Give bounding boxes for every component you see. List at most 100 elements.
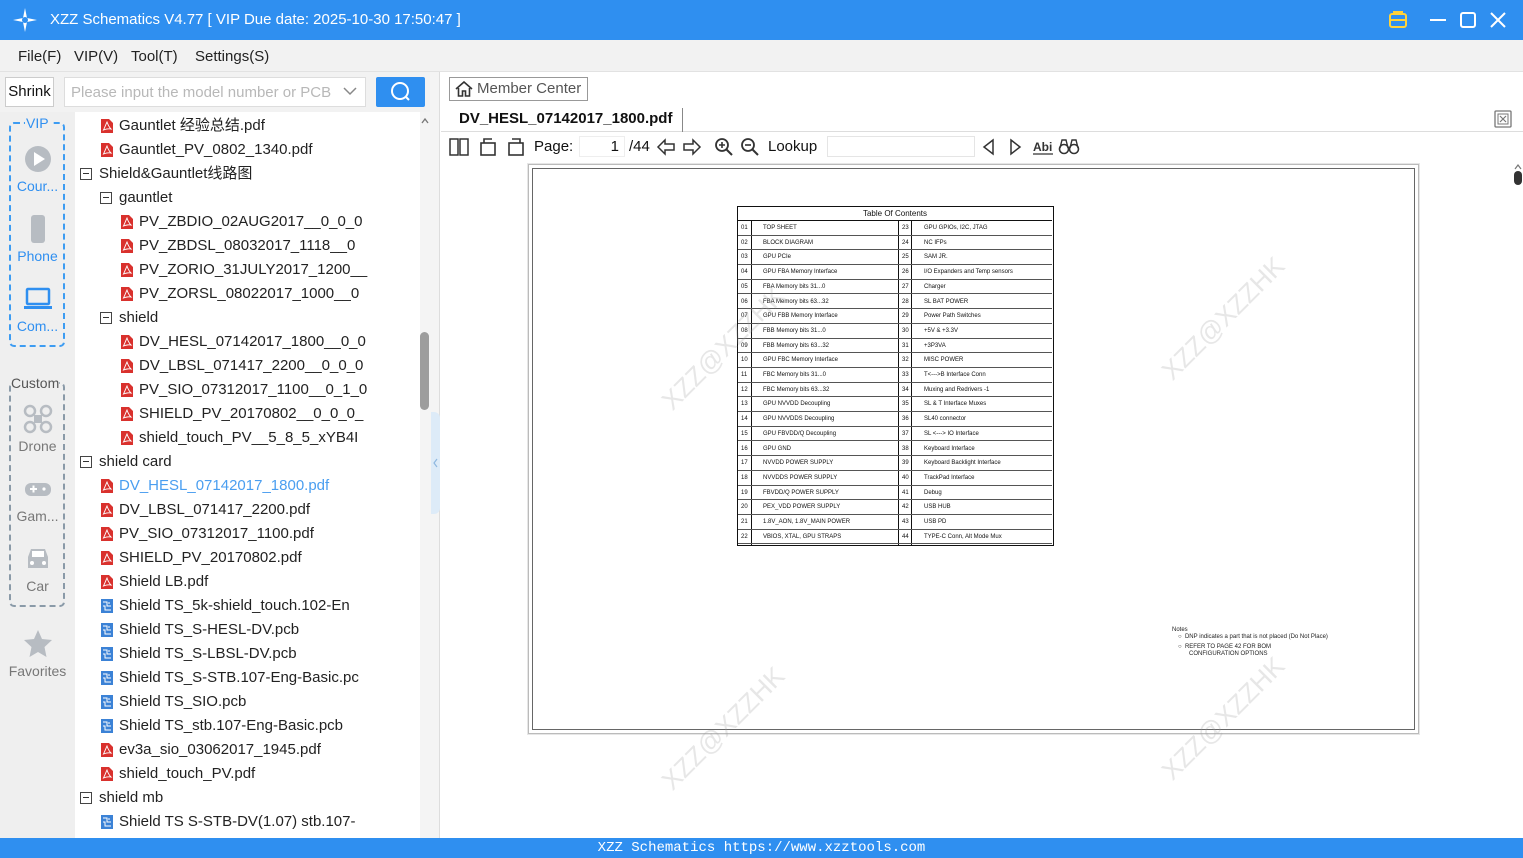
find-all-icon[interactable] xyxy=(1058,137,1080,157)
tree-file[interactable]: Shield TS_5k-shield_touch.102-En xyxy=(100,594,350,618)
toc-row: 17 NVVDD POWER SUPPLY 39 Keyboard Backlight… xyxy=(738,456,1052,471)
tree-file[interactable]: SHIELD_PV_20170802__0_0_0_ xyxy=(120,402,363,426)
close-tabs-icon[interactable] xyxy=(1494,110,1512,128)
toc-page-number: 10 xyxy=(741,357,748,364)
lookup-input[interactable] xyxy=(827,136,975,157)
toc-page-number: 03 xyxy=(741,254,748,261)
pdf-file-icon xyxy=(121,287,133,302)
tree-file[interactable]: PV_ZBDSL_08032017_1118__0 xyxy=(120,234,355,258)
nav-drone[interactable]: Drone xyxy=(0,404,75,454)
tree-file[interactable]: Shield TS_SIO.pcb xyxy=(100,690,246,714)
document-scroll-thumb[interactable] xyxy=(1514,171,1522,185)
tree-file[interactable]: Shield TS_S-LBSL-DV.pcb xyxy=(100,642,297,666)
member-center-button[interactable]: Member Center xyxy=(449,77,588,101)
pdf-canvas[interactable]: Table Of Contents 01 TOP SHEET 23 GPU GPIOs… xyxy=(527,163,1511,838)
toc-row: 04 GPU FBA Memory Interface 26 I/O Expander… xyxy=(738,265,1052,280)
shrink-button[interactable]: Shrink xyxy=(5,77,54,107)
home-icon xyxy=(455,81,473,97)
collapse-icon[interactable] xyxy=(80,792,92,805)
find-next-icon[interactable] xyxy=(1007,137,1023,157)
toc-page-number: 20 xyxy=(741,504,748,511)
tree-file[interactable]: DV_HESL_07142017_1800.pdf xyxy=(100,474,329,498)
tree-file[interactable]: PV_ZORSL_08022017_1000__0 xyxy=(120,282,359,306)
toc-title: Table Of Contents xyxy=(738,207,1052,221)
rotate-left-icon[interactable] xyxy=(479,137,499,157)
tree-file[interactable]: PV_ZORIO_31JULY2017_1200__ xyxy=(120,258,367,282)
menu-tool[interactable]: Tool(T) xyxy=(131,48,178,65)
toc-entry: 1.8V_AON, 1.8V_MAIN POWER xyxy=(763,519,851,525)
car-icon xyxy=(27,549,48,568)
tree-folder[interactable]: shield xyxy=(100,306,158,330)
nav-course[interactable]: Cour... xyxy=(0,144,75,194)
menu-settings[interactable]: Settings(S) xyxy=(195,48,269,65)
tree-file[interactable]: PV_SIO_07312017_1100__0_1_0 xyxy=(120,378,367,402)
nav-game[interactable]: Gam... xyxy=(0,474,75,524)
zoom-out-icon[interactable] xyxy=(740,137,760,157)
next-page-icon[interactable] xyxy=(682,137,702,157)
tree-file[interactable]: PV_ZBDIO_02AUG2017__0_0_0 xyxy=(120,210,362,234)
close-icon[interactable] xyxy=(1486,8,1510,32)
scroll-up-icon[interactable] xyxy=(1513,163,1523,171)
tree-file[interactable]: shield_touch_PV__5_8_5_xYB4I xyxy=(120,426,358,450)
tree-scrollbar[interactable] xyxy=(420,112,430,838)
vip-crown-icon[interactable] xyxy=(1386,8,1410,32)
tree-file[interactable]: Gauntlet 经验总结.pdf xyxy=(100,114,265,138)
toc-entry: VBIOS, XTAL, GPU STRAPS xyxy=(763,533,842,540)
nav-car[interactable]: Car xyxy=(0,544,75,594)
scroll-up-icon[interactable] xyxy=(420,116,430,126)
tree-folder[interactable]: shield mb xyxy=(80,786,163,810)
tree-file[interactable]: DV_LBSL_071417_2200.pdf xyxy=(100,498,310,522)
menu-file[interactable]: File(F) xyxy=(18,48,61,65)
match-case-icon[interactable]: Abi xyxy=(1032,137,1054,157)
minimize-icon[interactable] xyxy=(1426,8,1450,32)
zoom-in-icon[interactable] xyxy=(714,137,734,157)
maximize-icon[interactable] xyxy=(1456,8,1480,32)
search-input[interactable] xyxy=(71,82,331,102)
collapse-icon[interactable] xyxy=(80,168,92,181)
nav-computer[interactable]: Com... xyxy=(0,284,75,334)
tree-folder[interactable]: shield card xyxy=(80,450,172,474)
search-button[interactable] xyxy=(376,77,425,107)
tree-file[interactable]: SHIELD_PV_20170802.pdf xyxy=(100,546,302,570)
toc-row: 03 GPU PCIe 25 SAM JR. xyxy=(738,250,1052,266)
toc-entry: SAM JR. xyxy=(924,254,948,261)
collapse-icon[interactable] xyxy=(100,312,112,325)
tree-file[interactable]: Shield TS_S-HESL-DV.pcb xyxy=(100,618,299,642)
toc-page-number: 16 xyxy=(741,445,748,452)
star-icon xyxy=(23,630,52,657)
page-number-input[interactable]: 1 xyxy=(579,136,625,157)
find-prev-icon[interactable] xyxy=(981,137,997,157)
tree-file[interactable]: ev3a_sio_03062017_1945.pdf xyxy=(100,738,321,762)
toc-page-number: 41 xyxy=(902,489,909,496)
tree-file[interactable]: DV_HESL_07142017_1800__0_0 xyxy=(120,330,366,354)
toc-entry: GPU PCIe xyxy=(763,254,792,261)
prev-page-icon[interactable] xyxy=(656,137,676,157)
toc-page-number: 42 xyxy=(902,504,909,511)
tree-scroll-thumb[interactable] xyxy=(420,332,429,410)
menu-vip[interactable]: VIP(V) xyxy=(74,48,118,65)
tree-file[interactable]: Gauntlet_PV_0802_1340.pdf xyxy=(100,138,313,162)
tree-file[interactable]: DV_LBSL_071417_2200__0_0_0 xyxy=(120,354,363,378)
model-search-box[interactable] xyxy=(64,77,366,107)
tree-file[interactable]: Shield TS_S-STB.107-Eng-Basic.pc xyxy=(100,666,359,690)
tree-file[interactable]: PV_SIO_07312017_1100.pdf xyxy=(100,522,314,546)
tree-file[interactable]: shield_touch_PV.pdf xyxy=(100,762,255,786)
tree-folder[interactable]: gauntlet xyxy=(100,186,172,210)
tree-file[interactable]: Shield TS_stb.107-Eng-Basic.pcb xyxy=(100,714,343,738)
collapse-icon[interactable] xyxy=(80,456,92,469)
rotate-right-icon[interactable] xyxy=(505,137,525,157)
two-page-view-icon[interactable] xyxy=(449,137,469,157)
collapse-panel-handle[interactable] xyxy=(431,412,440,514)
tree-file[interactable]: Shield TS S-STB-DV(1.07) stb.107- xyxy=(100,810,355,834)
chevron-down-icon[interactable] xyxy=(343,86,357,96)
nav-phone[interactable]: Phone xyxy=(0,214,75,264)
tab-document[interactable]: DV_HESL_07142017_1800.pdf xyxy=(449,108,684,132)
tree-folder[interactable]: Shield&Gauntlet线路图 xyxy=(80,162,252,186)
tree-item-label: Gauntlet_PV_0802_1340.pdf xyxy=(119,141,313,159)
note-line: REFER TO PAGE 42 FOR BOM xyxy=(1184,644,1271,650)
tree-file[interactable]: Shield LB.pdf xyxy=(100,570,208,594)
document-scrollbar[interactable] xyxy=(1512,163,1523,838)
collapse-icon[interactable] xyxy=(100,192,112,205)
nav-favorites[interactable]: Favorites xyxy=(0,629,75,679)
panel-splitter[interactable] xyxy=(430,72,440,838)
